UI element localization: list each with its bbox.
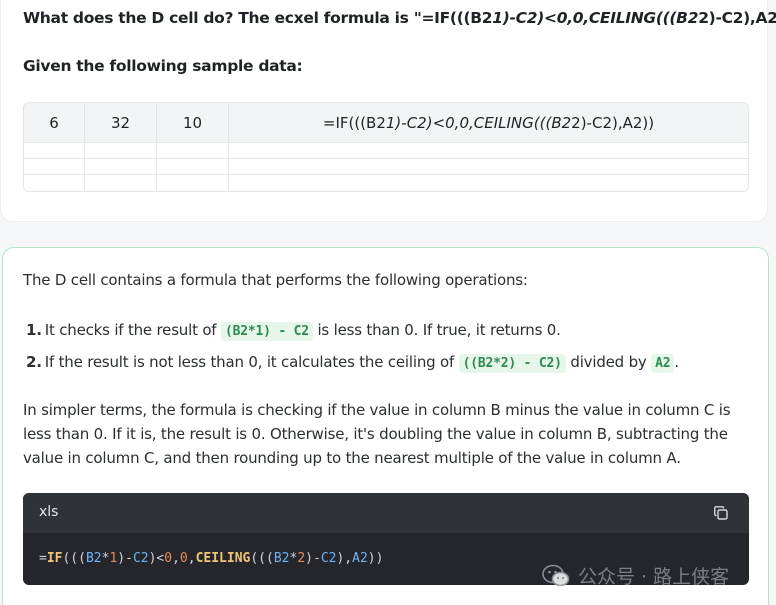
- table-row: [24, 159, 748, 175]
- step-text: is less than 0. If true, it returns 0.: [317, 321, 561, 339]
- table-cell-d: =IF(((B21)-C2)<0,0,CEILING(((B22)-C2),A2…: [229, 103, 748, 143]
- table-row: [24, 175, 748, 191]
- table-cell-a: 6: [24, 103, 85, 143]
- table-row: [24, 143, 748, 159]
- question-card: What does the D cell do? The ecxel formu…: [0, 0, 776, 222]
- sample-data-table: 6 32 10 =IF(((B21)-C2)<0,0,CEILING(((B22…: [23, 102, 749, 192]
- wechat-icon: [542, 564, 570, 586]
- formula-prefix: =IF(((B2: [322, 113, 386, 132]
- table-row: 6 32 10 =IF(((B21)-C2)<0,0,CEILING(((B22…: [24, 103, 748, 143]
- question-text-prefix: What does the D cell do? The ecxel formu…: [23, 9, 493, 27]
- code-language-label: xls: [39, 504, 59, 520]
- answer-paragraph: In simpler terms, the formula is checkin…: [23, 401, 731, 467]
- inline-code: ((B2*2) - C2): [458, 354, 566, 373]
- inline-code: (B2*1) - C2: [220, 322, 313, 341]
- given-label: Given the following sample data:: [23, 57, 303, 75]
- watermark: 公众号 · 路上侠客: [542, 562, 729, 589]
- formula-suffix: 2)-C2),A2)): [571, 113, 655, 132]
- step-text: .: [674, 353, 679, 371]
- watermark-text: 公众号 · 路上侠客: [578, 566, 730, 588]
- list-item: 2. If the result is not less than 0, it c…: [23, 349, 763, 381]
- step-number: 2.: [26, 353, 42, 371]
- question-text: What does the D cell do? The ecxel formu…: [23, 9, 776, 27]
- step-number: 1.: [26, 321, 42, 339]
- table-cell-c: 10: [157, 103, 229, 143]
- code-line: =IF(((B2*1)-C2)<0,0,CEILING(((B2*2)-C2),…: [39, 551, 384, 566]
- steps-list: 1. It checks if the result of (B2*1) - C2…: [23, 317, 763, 381]
- formula-italic: 1)-C2)<0,0,CEILING(((B2: [385, 113, 572, 132]
- step-text: divided by: [570, 353, 647, 371]
- answer-card: The D cell contains a formula that perfo…: [2, 247, 769, 605]
- copy-icon[interactable]: [713, 505, 729, 521]
- inline-code: A2: [651, 354, 675, 373]
- answer-intro: The D cell contains a formula that perfo…: [23, 271, 528, 289]
- question-text-italic: 1)-C2)<0,0,CEILING(((B2: [492, 9, 699, 27]
- table-cell-b: 32: [85, 103, 157, 143]
- list-item: 1. It checks if the result of (B2*1) - C2…: [23, 317, 763, 349]
- step-text: It checks if the result of: [44, 321, 217, 339]
- step-text: If the result is not less than 0, it cal…: [44, 353, 455, 371]
- question-text-suffix: 2)-C2),A2))".: [698, 9, 776, 27]
- code-block-header: xls: [23, 493, 749, 533]
